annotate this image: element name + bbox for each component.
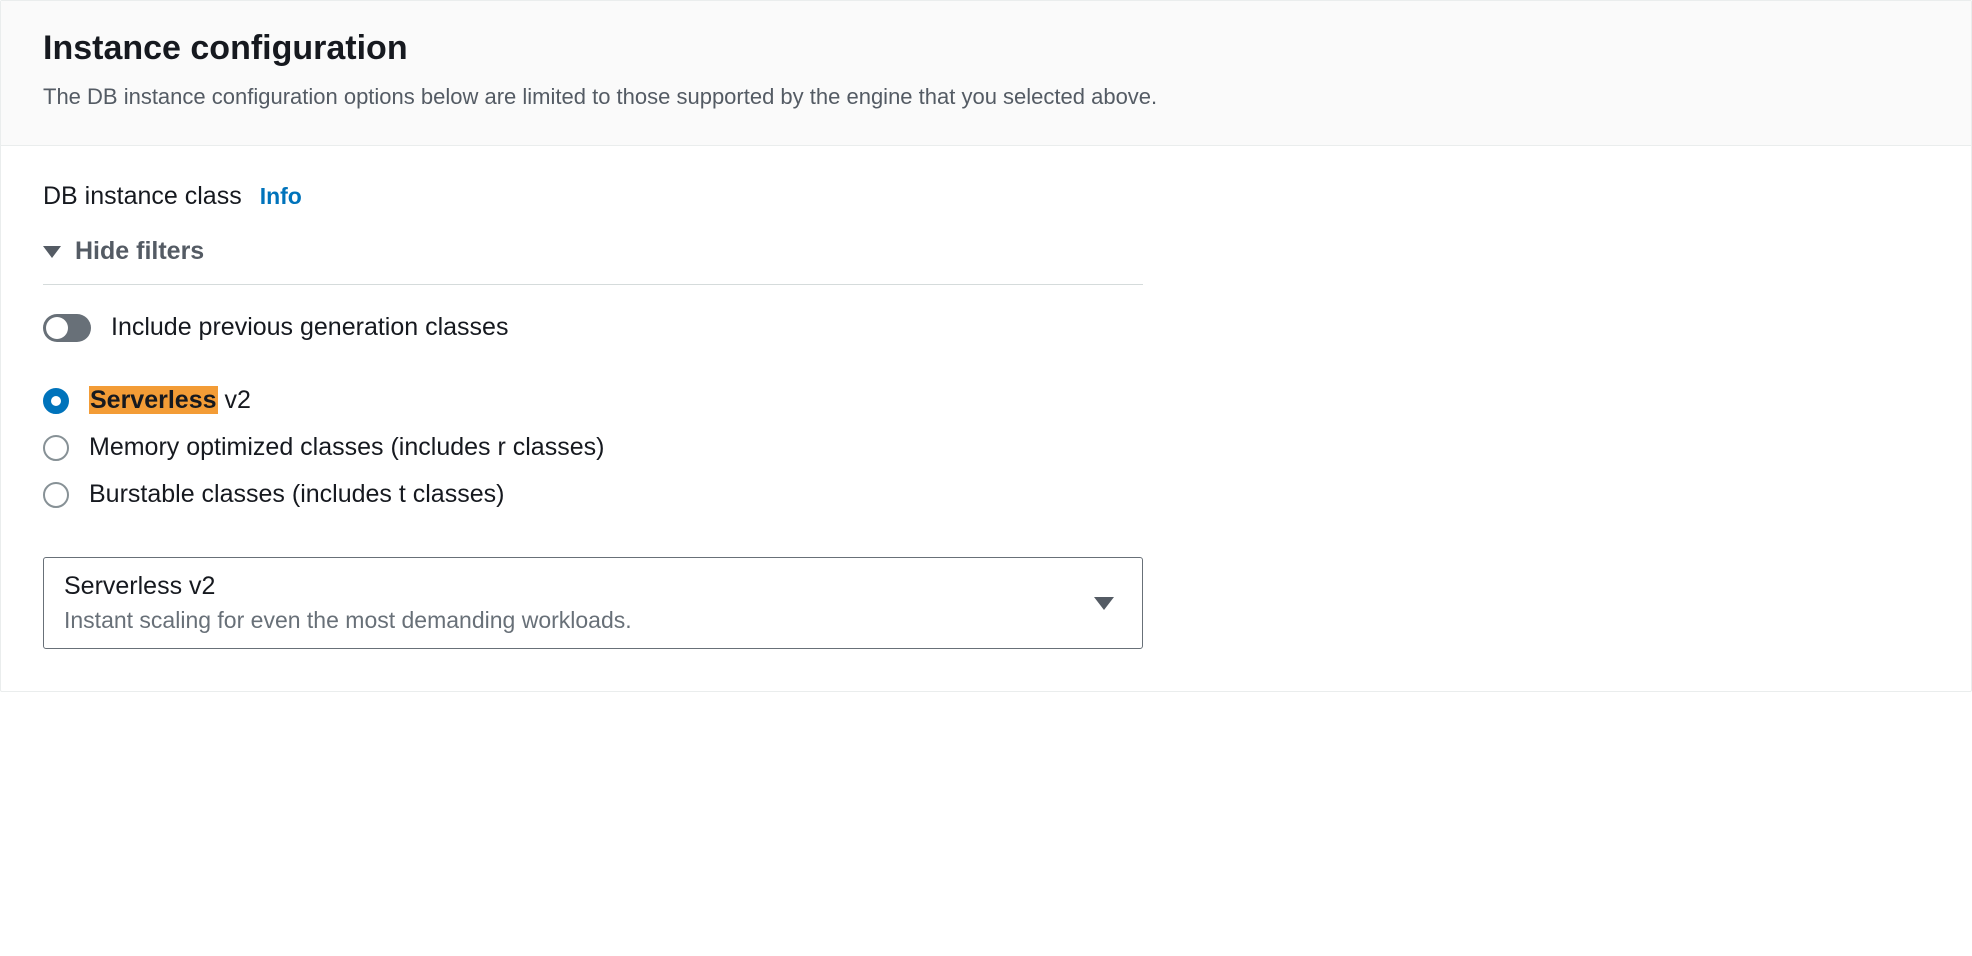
highlight-text: Serverless	[89, 386, 218, 414]
db-instance-class-label: DB instance class	[43, 182, 242, 211]
select-title: Serverless v2	[64, 572, 632, 601]
info-link[interactable]: Info	[260, 183, 302, 210]
radio-label-burstable: Burstable classes (includes t classes)	[89, 480, 504, 509]
filters-section: Hide filters Include previous generation…	[43, 237, 1143, 649]
panel-header: Instance configuration The DB instance c…	[1, 1, 1971, 146]
radio-label-serverless: Serverless v2	[89, 386, 251, 415]
db-instance-class-label-row: DB instance class Info	[43, 182, 1929, 211]
hide-filters-toggle[interactable]: Hide filters	[43, 237, 1143, 285]
radio-icon	[43, 435, 69, 461]
caret-down-icon	[43, 246, 61, 258]
instance-configuration-panel: Instance configuration The DB instance c…	[0, 0, 1972, 692]
previous-generation-toggle[interactable]	[43, 314, 91, 342]
radio-icon	[43, 482, 69, 508]
radio-icon-selected	[43, 388, 69, 414]
instance-class-radio-group: Serverless v2 Memory optimized classes (…	[43, 386, 1143, 509]
radio-burstable[interactable]: Burstable classes (includes t classes)	[43, 480, 1143, 509]
panel-body: DB instance class Info Hide filters Incl…	[1, 146, 1971, 691]
select-subtitle: Instant scaling for even the most demand…	[64, 607, 632, 634]
previous-generation-toggle-row: Include previous generation classes	[43, 313, 1143, 342]
select-content: Serverless v2 Instant scaling for even t…	[64, 572, 632, 634]
toggle-knob	[46, 317, 68, 339]
hide-filters-label: Hide filters	[75, 237, 204, 266]
radio-label-memory: Memory optimized classes (includes r cla…	[89, 433, 604, 462]
previous-generation-toggle-label: Include previous generation classes	[111, 313, 508, 342]
panel-title: Instance configuration	[43, 29, 1929, 68]
radio-serverless-v2[interactable]: Serverless v2	[43, 386, 1143, 415]
radio-label-rest: v2	[218, 386, 251, 414]
instance-class-select[interactable]: Serverless v2 Instant scaling for even t…	[43, 557, 1143, 649]
panel-description: The DB instance configuration options be…	[43, 80, 1929, 113]
radio-memory-optimized[interactable]: Memory optimized classes (includes r cla…	[43, 433, 1143, 462]
chevron-down-icon	[1094, 597, 1114, 610]
